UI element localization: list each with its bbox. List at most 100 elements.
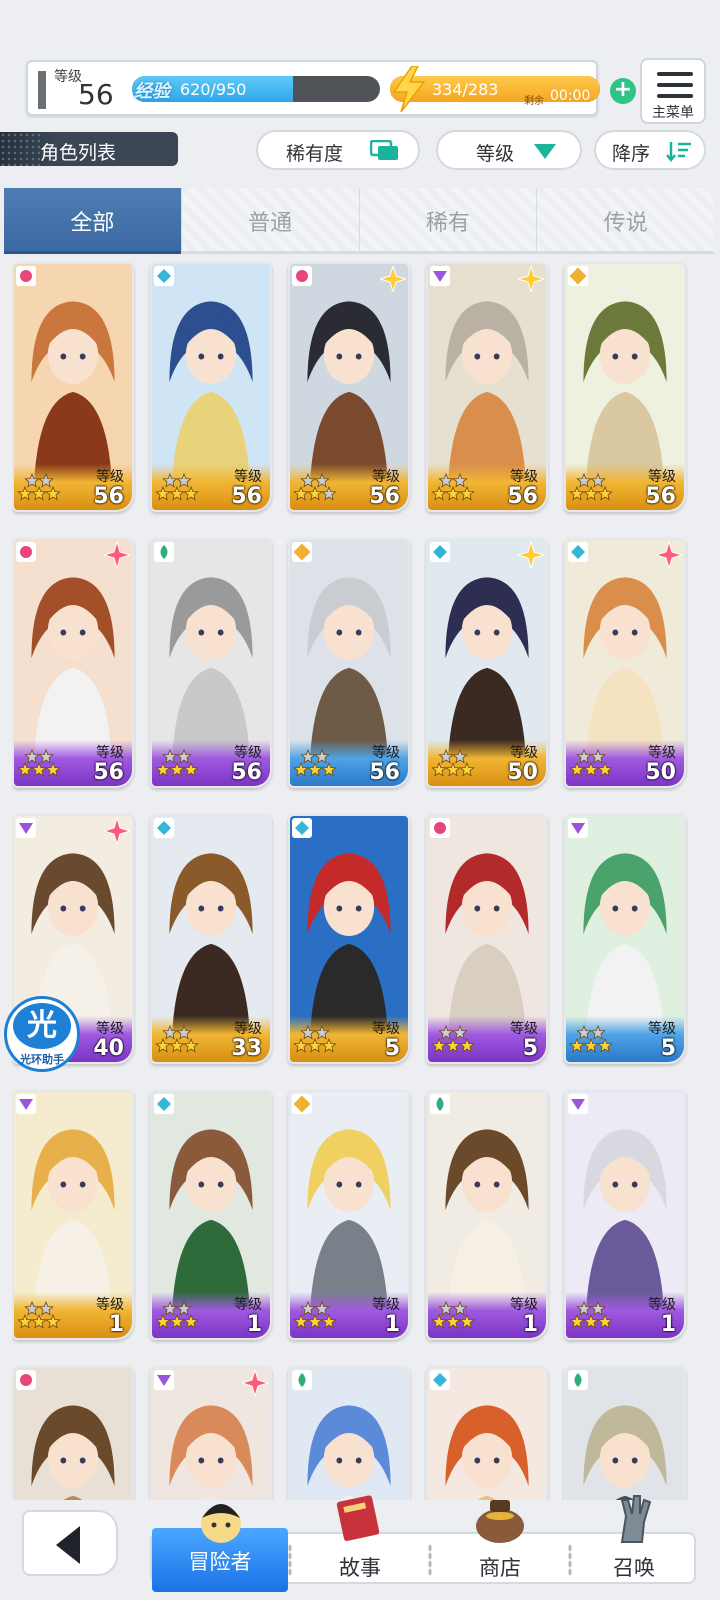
star-empty-icon [300,1300,316,1316]
character-card[interactable]: 等级 56 [288,262,410,512]
character-list-header: 角色列表 [0,132,178,166]
character-card[interactable]: 等级 56 [288,538,410,788]
nav-adventurer-label: 冒险者 [188,1550,252,1574]
star-filled-icon [31,485,47,501]
cards-stack-icon [370,140,398,160]
star-filled-icon [445,1313,461,1329]
star-empty-icon [300,472,316,488]
card-level-label: 等级 [648,1021,676,1037]
card-level-label: 等级 [510,1021,538,1037]
character-card[interactable] [150,1366,272,1502]
star-filled-icon [183,1037,199,1053]
character-card[interactable]: 等级 1 [564,1090,686,1340]
character-card[interactable] [426,1366,548,1502]
back-button[interactable] [22,1510,118,1576]
star-filled-icon [45,761,61,777]
card-level-label: 等级 [234,745,262,761]
character-card[interactable]: 等级 1 [288,1090,410,1340]
star-empty-icon [590,472,606,488]
sparkle-icon [242,1370,268,1396]
rarity-stars [569,472,613,501]
star-empty-icon [452,1300,468,1316]
water-element-icon [292,818,312,838]
fire-element-icon [16,266,36,286]
card-level-value: 5 [522,1036,538,1061]
star-filled-icon [169,1313,185,1329]
level-sort-label: 等级 [476,143,515,165]
character-card[interactable]: 等级 1 [426,1090,548,1340]
sparkle-icon [104,542,130,568]
character-card[interactable]: 等级 56 [150,262,272,512]
star-empty-icon [162,472,178,488]
sparkle-icon [518,266,544,292]
light-element-icon [292,1094,312,1114]
stamina-value: 334/283 [432,80,499,99]
nav-adventurer[interactable]: 冒险者 [152,1504,288,1592]
character-card[interactable]: 等级 5 [564,814,686,1064]
character-card[interactable]: 等级 56 [12,538,134,788]
star-filled-icon [321,761,337,777]
star-filled-icon [569,1037,585,1053]
star-empty-icon [576,1300,592,1316]
tab-legendary[interactable]: 传说 [536,188,714,254]
character-card[interactable]: 等级 33 [150,814,272,1064]
card-level-label: 等级 [96,745,124,761]
tab-common[interactable]: 普通 [180,188,359,254]
nav-summon[interactable]: 召唤 [566,1495,702,1586]
card-level-label: 等级 [96,1021,124,1037]
star-empty-icon [38,472,54,488]
add-stamina-button[interactable]: + [610,78,636,104]
tab-rare-label: 稀有 [425,211,470,236]
star-filled-icon [183,1313,199,1329]
character-card[interactable]: 等级 56 [564,262,686,512]
star-filled-icon [169,485,185,501]
water-element-icon [430,1370,450,1390]
character-card[interactable] [12,1366,134,1502]
rarity-tabs: 全部 普通 稀有 传说 [4,188,714,254]
star-filled-icon [169,761,185,777]
star-filled-icon [597,1037,613,1053]
nav-summon-label: 召唤 [613,1556,655,1580]
player-status-panel: 等级 56 经验 620/950 334/283 剩余 00:00 + [26,60,636,116]
tab-rare[interactable]: 稀有 [358,188,537,254]
star-filled-icon [431,1037,447,1053]
rarity-stars [569,1024,613,1053]
star-empty-icon [576,472,592,488]
water-element-icon [154,266,174,286]
nav-shop[interactable]: 商店 [432,1500,568,1586]
card-level-label: 等级 [234,1297,262,1313]
character-card[interactable]: 等级 56 [426,262,548,512]
exp-value: 620/950 [180,80,247,99]
star-filled-icon [431,1313,447,1329]
nav-story[interactable]: 故事 [292,1495,428,1586]
character-card[interactable]: 等级 50 [564,538,686,788]
star-filled-icon [597,485,613,501]
tab-all[interactable]: 全部 [4,188,181,254]
character-card[interactable]: 等级 56 [12,262,134,512]
character-card[interactable]: 等级 5 [426,814,548,1064]
dark-element-icon [568,818,588,838]
rarity-filter-button[interactable]: 稀有度 [256,130,420,170]
helper-assistant-badge[interactable]: 光 光环助手 [4,996,80,1072]
star-empty-icon [452,472,468,488]
rarity-stars [431,748,475,777]
character-card[interactable]: 等级 50 [426,538,548,788]
character-card[interactable] [288,1366,410,1502]
star-empty-icon [314,1300,330,1316]
character-card[interactable]: 等级 56 [150,538,272,788]
character-card[interactable] [564,1366,686,1502]
main-menu-button[interactable]: 主菜单 [640,58,706,124]
star-empty-icon [438,1024,454,1040]
sort-order-button[interactable]: 降序 [594,130,706,170]
character-card[interactable]: 等级 5 [288,814,410,1064]
card-level-value: 1 [522,1312,538,1337]
rarity-stars [155,1300,199,1329]
character-card[interactable]: 等级 1 [150,1090,272,1340]
card-level-label: 等级 [372,1021,400,1037]
level-sort-button[interactable]: 等级 [436,130,582,170]
card-level-label: 等级 [372,1297,400,1313]
helper-label: 光环助手 [20,1053,64,1066]
character-card[interactable]: 等级 1 [12,1090,134,1340]
plus-icon: + [613,77,633,102]
dark-element-icon [16,818,36,838]
